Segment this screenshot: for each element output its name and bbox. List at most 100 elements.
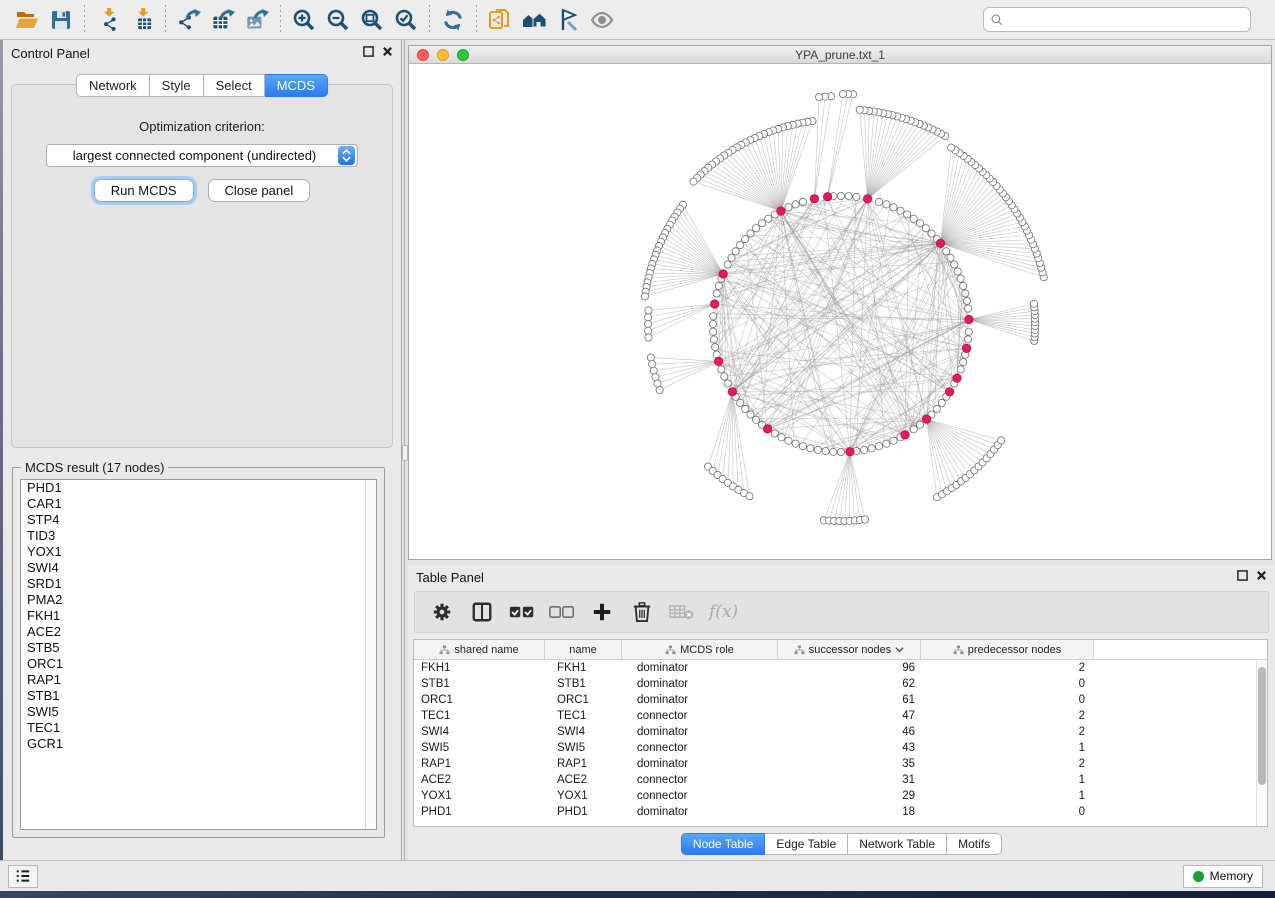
zoom-out-icon[interactable] xyxy=(321,3,355,37)
table-row[interactable]: TEC1TEC1connector472 xyxy=(414,708,1267,724)
select-all-icon[interactable] xyxy=(509,599,535,625)
add-icon[interactable] xyxy=(589,599,615,625)
table-row[interactable]: YOX1YOX1connector291 xyxy=(414,788,1267,804)
table-cell: SWI5 xyxy=(414,742,545,754)
column-header-MCDS-role[interactable]: MCDS role xyxy=(622,640,778,659)
delete-table-icon xyxy=(669,599,695,625)
table-cell: PHD1 xyxy=(545,806,622,818)
column-header-name[interactable]: name xyxy=(545,640,622,659)
gear-icon[interactable] xyxy=(429,599,455,625)
mcds-result-item[interactable]: STP4 xyxy=(21,512,376,528)
mcds-result-item[interactable]: ACE2 xyxy=(21,624,376,640)
open-file-icon[interactable] xyxy=(10,3,44,37)
columns-icon[interactable] xyxy=(469,599,495,625)
table-toolbar: f(x) xyxy=(414,591,1269,633)
table-cell: TEC1 xyxy=(545,710,622,722)
refresh-icon[interactable] xyxy=(436,3,470,37)
float-panel-icon[interactable] xyxy=(363,44,374,62)
mcds-result-item[interactable]: ORC1 xyxy=(21,656,376,672)
table-row[interactable]: PHD1PHD1dominator180 xyxy=(414,804,1267,820)
export-table-icon[interactable] xyxy=(206,3,240,37)
tab-style[interactable]: Style xyxy=(150,74,204,97)
float-table-panel-icon[interactable] xyxy=(1237,568,1248,586)
mcds-result-list[interactable]: PHD1CAR1STP4TID3YOX1SWI4SRD1PMA2FKH1ACE2… xyxy=(20,479,377,830)
zoom-selected-icon[interactable] xyxy=(389,3,423,37)
table-row[interactable]: STB1STB1dominator620 xyxy=(414,676,1267,692)
mcds-result-item[interactable]: GCR1 xyxy=(21,736,376,752)
table-cell: 2 xyxy=(921,662,1094,674)
sort-descending-icon xyxy=(895,646,904,653)
mcds-result-item[interactable]: PMA2 xyxy=(21,592,376,608)
mcds-result-item[interactable]: STB5 xyxy=(21,640,376,656)
tab-edge-table[interactable]: Edge Table xyxy=(765,833,848,855)
table-row[interactable]: ACE2ACE2connector311 xyxy=(414,772,1267,788)
export-image-icon[interactable] xyxy=(240,3,274,37)
tab-network-table[interactable]: Network Table xyxy=(848,833,947,855)
export-network-icon[interactable] xyxy=(172,3,206,37)
column-header-predecessor-nodes[interactable]: predecessor nodes xyxy=(921,640,1094,659)
table-cell: 2 xyxy=(921,710,1094,722)
tab-select[interactable]: Select xyxy=(204,74,265,97)
memory-button[interactable]: Memory xyxy=(1183,865,1263,888)
table-row[interactable]: FKH1FKH1dominator962 xyxy=(414,660,1267,676)
mcds-result-item[interactable]: YOX1 xyxy=(21,544,376,560)
table-row[interactable]: ORC1ORC1dominator610 xyxy=(414,692,1267,708)
optimization-criterion-select[interactable]: largest connected component (undirected) xyxy=(46,144,358,167)
flag-icon[interactable] xyxy=(551,3,585,37)
control-panel-title: Control Panel xyxy=(11,46,363,61)
import-table-icon[interactable] xyxy=(125,3,159,37)
mcds-result-item[interactable]: SWI4 xyxy=(21,560,376,576)
search-input[interactable] xyxy=(1004,13,1244,27)
mcds-result-item[interactable]: FKH1 xyxy=(21,608,376,624)
table-row[interactable]: RAP1RAP1dominator352 xyxy=(414,756,1267,772)
tab-node-table[interactable]: Node Table xyxy=(681,833,766,855)
mcds-result-item[interactable]: CAR1 xyxy=(21,496,376,512)
mcds-result-item[interactable]: RAP1 xyxy=(21,672,376,688)
mcds-result-item[interactable]: PHD1 xyxy=(21,480,376,496)
delete-icon[interactable] xyxy=(629,599,655,625)
network-window-titlebar[interactable]: YPA_prune.txt_1 xyxy=(409,46,1271,64)
deselect-all-icon[interactable] xyxy=(549,599,575,625)
select-stepper-icon xyxy=(338,146,355,165)
mcds-result-item[interactable]: TEC1 xyxy=(21,720,376,736)
mcds-result-item[interactable]: STB1 xyxy=(21,688,376,704)
table-cell: dominator xyxy=(622,806,778,818)
table-scrollbar[interactable] xyxy=(1256,661,1267,826)
status-bar: Memory xyxy=(0,860,1275,891)
task-history-button[interactable] xyxy=(8,865,38,888)
table-cell: SWI4 xyxy=(414,726,545,738)
table-row[interactable]: SWI5SWI5connector431 xyxy=(414,740,1267,756)
close-panel-icon[interactable] xyxy=(382,44,393,62)
close-table-panel-icon[interactable] xyxy=(1256,568,1267,586)
column-label: successor nodes xyxy=(809,644,892,656)
table-cell: ACE2 xyxy=(545,774,622,786)
column-header-shared-name[interactable]: shared name xyxy=(414,640,545,659)
mcds-result-item[interactable]: SRD1 xyxy=(21,576,376,592)
save-session-icon[interactable] xyxy=(44,3,78,37)
zoom-fit-icon[interactable] xyxy=(355,3,389,37)
table-cell: SWI4 xyxy=(545,726,622,738)
table-row[interactable]: SWI4SWI4dominator462 xyxy=(414,724,1267,740)
toolbar-separator xyxy=(165,5,166,35)
mcds-list-scrollbar[interactable] xyxy=(365,480,376,829)
column-header-successor-nodes[interactable]: successor nodes xyxy=(778,640,921,659)
mcds-result-item[interactable]: TID3 xyxy=(21,528,376,544)
houses-icon[interactable] xyxy=(517,3,551,37)
clone-network-icon[interactable] xyxy=(483,3,517,37)
search-box[interactable] xyxy=(983,7,1251,32)
zoom-in-icon[interactable] xyxy=(287,3,321,37)
tab-mcds[interactable]: MCDS xyxy=(265,74,328,97)
network-graph[interactable] xyxy=(409,64,1271,559)
tab-motifs[interactable]: Motifs xyxy=(947,833,1002,855)
table-cell: dominator xyxy=(622,726,778,738)
eye-icon[interactable] xyxy=(585,3,619,37)
run-mcds-button[interactable]: Run MCDS xyxy=(94,179,194,202)
search-icon xyxy=(990,13,1004,27)
close-panel-button[interactable]: Close panel xyxy=(208,179,311,202)
tab-network[interactable]: Network xyxy=(76,74,150,97)
optimization-criterion-value: largest connected component (undirected) xyxy=(47,148,338,163)
table-cell: RAP1 xyxy=(414,758,545,770)
table-scrollbar-thumb[interactable] xyxy=(1258,667,1266,785)
mcds-result-item[interactable]: SWI5 xyxy=(21,704,376,720)
import-network-icon[interactable] xyxy=(91,3,125,37)
